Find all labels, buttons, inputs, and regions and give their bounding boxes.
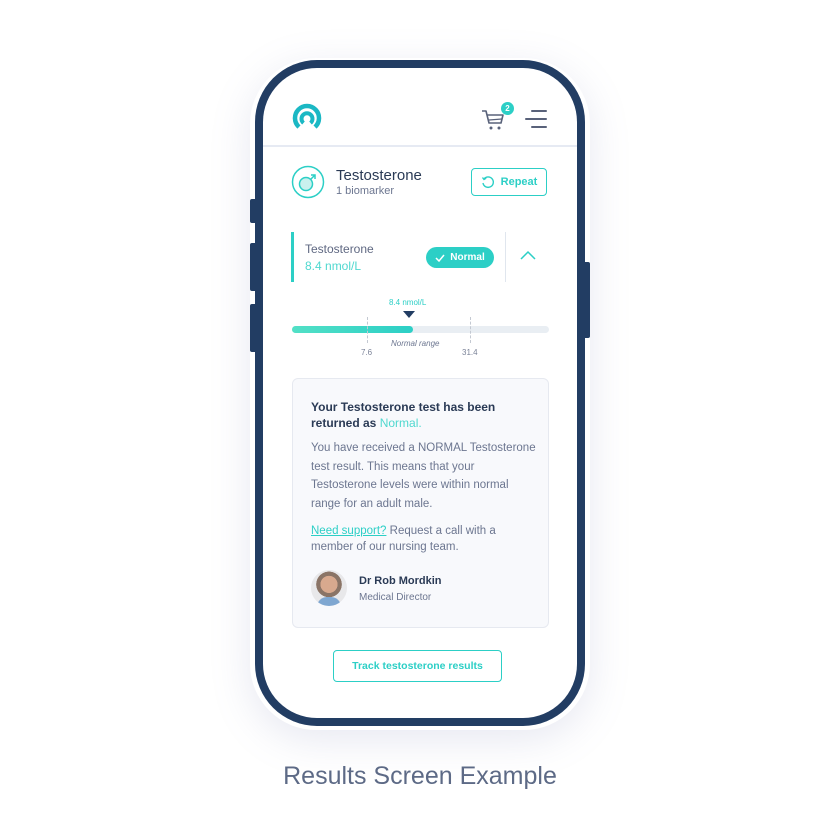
track-results-button[interactable]: Track testosterone results: [333, 650, 502, 682]
range-marker: [403, 311, 415, 318]
divider: [505, 232, 506, 282]
biomarker-accent-bar: [291, 232, 294, 282]
repeat-icon: [481, 176, 494, 189]
app-header: 2: [263, 68, 577, 147]
result-body: You have received a NORMAL Testosterone …: [311, 442, 536, 510]
doctor-name: Dr Rob Mordkin: [359, 575, 442, 587]
check-icon: [435, 254, 445, 262]
range-high-label: 31.4: [462, 348, 478, 357]
hamburger-menu-icon[interactable]: [525, 110, 547, 128]
range-track: [292, 326, 549, 333]
repeat-button[interactable]: Repeat: [471, 168, 547, 196]
section-title: Testosterone: [336, 167, 422, 184]
result-status-text: Normal.: [379, 416, 422, 430]
cart-count-badge: 2: [501, 102, 514, 115]
support-text: Need support? Request a call with a memb…: [311, 523, 536, 555]
result-title: Your Testosterone test has been returned…: [311, 399, 531, 431]
doctor-role: Medical Director: [359, 592, 432, 603]
range-low-tick: [367, 317, 368, 343]
range-fill: [292, 326, 413, 333]
chevron-up-icon[interactable]: [519, 248, 537, 262]
result-card: Your Testosterone test has been returned…: [292, 378, 549, 628]
phone-power-button: [585, 262, 590, 338]
range-high-tick: [470, 317, 471, 343]
male-symbol-icon: [291, 165, 325, 199]
range-caption: Normal range: [391, 339, 440, 348]
repeat-label: Repeat: [500, 176, 538, 188]
status-label: Normal: [450, 252, 485, 263]
biomarker-row[interactable]: Testosterone 8.4 nmol/L Normal: [291, 232, 549, 282]
range-value-label: 8.4 nmol/L: [389, 298, 427, 307]
status-badge: Normal: [426, 247, 494, 268]
section-subtitle: 1 biomarker: [336, 185, 395, 197]
signal-ring-logo-icon[interactable]: [292, 102, 322, 132]
biomarker-value: 8.4 nmol/L: [305, 259, 362, 273]
phone-screen: 2 Testosterone 1 biomarker Repeat Testos…: [263, 68, 577, 718]
need-support-link[interactable]: Need support?: [311, 525, 386, 537]
biomarker-name: Testosterone: [305, 242, 374, 256]
doctor-avatar: [311, 570, 347, 606]
image-caption: Results Screen Example: [283, 762, 557, 790]
range-low-label: 7.6: [361, 348, 373, 357]
